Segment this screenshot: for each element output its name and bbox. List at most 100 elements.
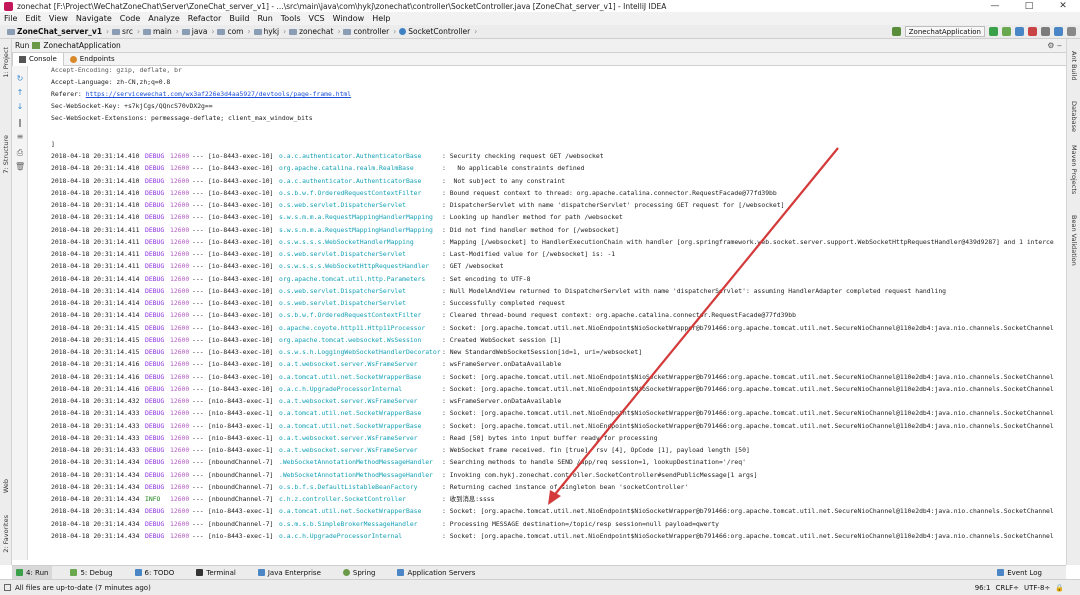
log-level: DEBUG: [145, 458, 165, 467]
tool-window-database[interactable]: Database: [1070, 101, 1078, 132]
settings-icon[interactable]: [1041, 27, 1050, 36]
tab-console[interactable]: Console: [12, 52, 64, 66]
line-separator[interactable]: CRLF÷: [995, 584, 1019, 592]
menu-code[interactable]: Code: [120, 14, 140, 23]
lock-icon[interactable]: 🔒: [1055, 584, 1064, 592]
log-separator: ---: [192, 176, 204, 185]
print-icon[interactable]: ⎙: [15, 148, 25, 157]
tab-console-label: Console: [29, 54, 57, 63]
structure-icon[interactable]: [1054, 27, 1063, 36]
breadcrumb-src[interactable]: src: [122, 27, 133, 36]
log-timestamp: 2018-04-18 20:31:14.434: [51, 531, 140, 540]
search-icon[interactable]: [1067, 27, 1076, 36]
header-line: Sec-WebSocket-Key: +s7kjCgs/QQncS70vDX2g…: [51, 102, 213, 110]
log-separator: ---: [192, 397, 204, 405]
breadcrumb-project[interactable]: ZoneChat_server_v1: [17, 27, 102, 36]
status-icon[interactable]: [4, 584, 11, 591]
file-encoding[interactable]: UTF-8÷: [1024, 584, 1050, 592]
log-separator: ---: [192, 335, 204, 344]
tab-debug-label: 5: Debug: [80, 568, 113, 577]
log-separator: ---: [192, 519, 204, 528]
log-separator: ---: [192, 507, 204, 516]
menu-tools[interactable]: Tools: [281, 14, 301, 23]
log-timestamp: 2018-04-18 20:31:14.415: [51, 323, 140, 332]
tool-window-structure[interactable]: 7: Structure: [2, 135, 10, 174]
log-logger: o.s.web.servlet.DispatcherServlet: [279, 286, 406, 295]
tab-spring[interactable]: Spring: [339, 569, 380, 577]
minimize-button[interactable]: —: [978, 0, 1012, 12]
window-title: zonechat [F:\Project\WeChatZoneChat\Serv…: [17, 1, 667, 11]
log-pid: 12600: [170, 372, 190, 381]
tab-todo[interactable]: 6: TODO: [131, 569, 179, 577]
debug-icon[interactable]: [1002, 27, 1011, 36]
folder-icon: [253, 28, 262, 35]
tool-window-maven[interactable]: Maven Projects: [1070, 145, 1078, 194]
menu-window[interactable]: Window: [333, 14, 365, 23]
menu-navigate[interactable]: Navigate: [76, 14, 112, 23]
tool-window-project[interactable]: 1: Project: [2, 47, 10, 78]
menu-refactor[interactable]: Refactor: [188, 14, 222, 23]
menu-view[interactable]: View: [49, 14, 68, 23]
caret-position[interactable]: 96:1: [975, 584, 991, 592]
menu-analyze[interactable]: Analyze: [148, 14, 180, 23]
referer-link[interactable]: https://servicewechat.com/wx3af226e3d4aa…: [86, 90, 351, 98]
breadcrumb-socketcontroller[interactable]: SocketController: [408, 27, 470, 36]
log-level: DEBUG: [145, 176, 165, 185]
event-log-icon: [997, 569, 1005, 576]
coverage-icon[interactable]: [1015, 27, 1024, 36]
pause-icon[interactable]: ‖: [15, 118, 25, 127]
breadcrumb-zonechat[interactable]: zonechat: [299, 27, 333, 36]
run-config-name[interactable]: ZonechatApplication: [43, 41, 120, 50]
breadcrumb-controller[interactable]: controller: [353, 27, 389, 36]
tool-window-favorites[interactable]: 2: Favorites: [2, 515, 10, 553]
log-level: DEBUG: [145, 286, 165, 295]
tab-java-enterprise[interactable]: Java Enterprise: [254, 569, 325, 577]
tab-endpoints-label: Endpoints: [79, 54, 115, 63]
down-icon[interactable]: ↓: [15, 102, 25, 111]
run-icon[interactable]: [989, 27, 998, 36]
tab-debug[interactable]: 5: Debug: [66, 569, 116, 577]
tab-run[interactable]: 4: Run: [12, 565, 53, 580]
menu-help[interactable]: Help: [372, 14, 390, 23]
breadcrumb-main[interactable]: main: [153, 27, 172, 36]
up-icon[interactable]: ↑: [15, 88, 25, 97]
tab-endpoints[interactable]: Endpoints: [64, 53, 121, 66]
tab-terminal[interactable]: Terminal: [192, 569, 240, 577]
tool-window-bean-validation[interactable]: Bean Validation: [1070, 215, 1078, 266]
log-separator: ---: [192, 433, 204, 442]
menu-vcs[interactable]: VCS: [309, 14, 325, 23]
tool-window-ant-build[interactable]: Ant Build: [1070, 51, 1078, 81]
build-icon[interactable]: [891, 27, 901, 36]
menu-edit[interactable]: Edit: [25, 14, 41, 23]
log-logger: s.w.s.m.m.a.RequestMappingHandlerMapping: [279, 225, 433, 234]
breadcrumb-java[interactable]: java: [192, 27, 208, 36]
log-logger: o.a.tomcat.util.net.SocketWrapperBase: [279, 421, 422, 430]
log-separator: ---: [192, 152, 204, 160]
menu-build[interactable]: Build: [229, 14, 249, 23]
console-output[interactable]: Accept-Encoding: gzip, deflate, br Accep…: [28, 66, 1066, 560]
soft-wrap-icon[interactable]: ≡: [15, 132, 25, 141]
tool-window-web[interactable]: Web: [2, 479, 10, 493]
rerun-icon[interactable]: ↻: [15, 74, 25, 83]
clear-icon[interactable]: 🗑: [15, 162, 25, 171]
maximize-button[interactable]: □: [1012, 0, 1046, 12]
menu-run[interactable]: Run: [257, 14, 272, 23]
log-message: : Socket: [org.apache.tomcat.util.net.Ni…: [442, 323, 1054, 332]
log-separator: ---: [192, 470, 204, 479]
log-pid: 12600: [170, 286, 190, 295]
breadcrumb-com[interactable]: com: [227, 27, 243, 36]
tab-application-servers[interactable]: Application Servers: [393, 569, 479, 577]
run-config-select[interactable]: ZonechatApplication: [904, 26, 985, 37]
stop-icon[interactable]: [1028, 27, 1037, 36]
breadcrumb: ZoneChat_server_v1 › src › main › java › com…: [4, 27, 477, 36]
close-button[interactable]: ✕: [1046, 0, 1080, 12]
gear-icon[interactable]: ⚙ ‒: [1047, 41, 1062, 50]
log-logger: o.apache.coyote.http11.Http11Processor: [279, 323, 426, 332]
tab-event-log[interactable]: Event Log: [993, 569, 1046, 577]
log-message: : Read [50] bytes into input buffer read…: [442, 433, 658, 442]
menu-file[interactable]: File: [4, 14, 17, 23]
run-icon: [16, 569, 23, 576]
log-thread: [io-8443-exec-10]: [208, 152, 274, 160]
breadcrumb-hykj[interactable]: hykj: [264, 27, 280, 36]
log-thread: [io-8443-exec-10]: [208, 237, 274, 246]
